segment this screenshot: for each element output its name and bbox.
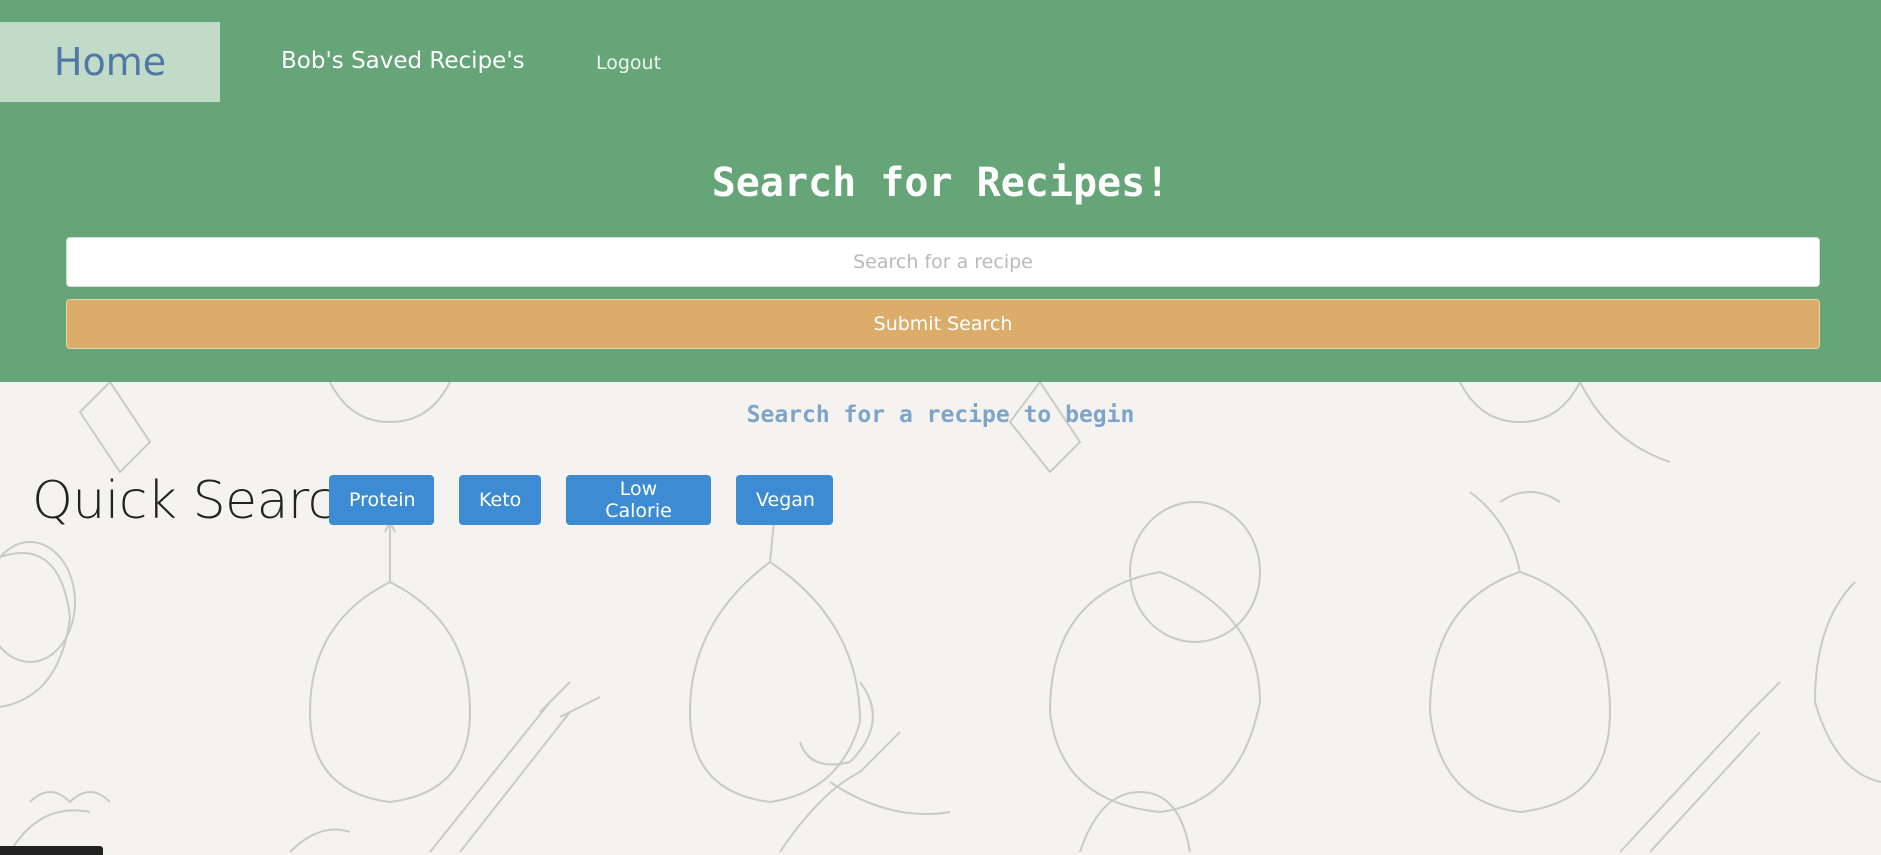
- status-tooltip: [0, 846, 103, 855]
- submit-search-button[interactable]: Submit Search: [66, 299, 1820, 349]
- quick-search-keto-button[interactable]: Keto: [459, 475, 541, 525]
- quick-search-low-calorie-button[interactable]: Low Calorie: [566, 475, 711, 525]
- nav-logout-link[interactable]: Logout: [596, 52, 661, 74]
- empty-results-message: Search for a recipe to begin: [746, 402, 1135, 428]
- search-title: Search for Recipes!: [711, 160, 1170, 206]
- quick-search-vegan-button[interactable]: Vegan: [736, 475, 833, 525]
- nav-home-link[interactable]: Home: [0, 22, 220, 102]
- nav-saved-recipes-link[interactable]: Bob's Saved Recipe's: [281, 48, 525, 74]
- search-input[interactable]: [66, 237, 1820, 287]
- quick-search-protein-button[interactable]: Protein: [329, 475, 434, 525]
- vegetable-background-pattern: [0, 382, 1881, 853]
- header: Home Bob's Saved Recipe's Logout Search …: [0, 0, 1881, 382]
